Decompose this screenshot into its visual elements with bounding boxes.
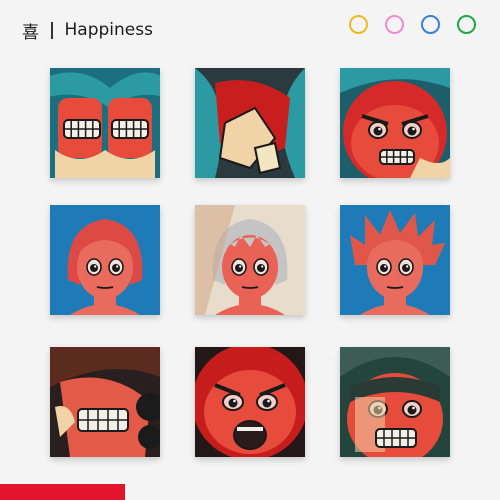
tile-portrait-short-hair[interactable] (50, 205, 160, 315)
tile-portrait-short-hair-art (50, 205, 160, 315)
tile-fist-raise[interactable] (195, 68, 305, 178)
tile-angry-closeup-art (340, 68, 450, 178)
tile-teeth-closeup[interactable] (50, 347, 160, 457)
tile-teeth-closeup-art (50, 347, 160, 457)
tile-shout[interactable] (195, 347, 305, 457)
tile-grin-helmet-art (340, 347, 450, 457)
accent-bar (0, 484, 125, 500)
tile-portrait-white-hair-art (195, 205, 305, 315)
tile-portrait-spiky-hair-art (340, 205, 450, 315)
tile-fist-raise-art (195, 68, 305, 178)
illustration-grid (0, 0, 500, 500)
tile-shout-art (195, 347, 305, 457)
tile-fists[interactable] (50, 68, 160, 178)
tile-fists-art (50, 68, 160, 178)
tile-grin-helmet[interactable] (340, 347, 450, 457)
tile-portrait-white-hair[interactable] (195, 205, 305, 315)
tile-angry-closeup[interactable] (340, 68, 450, 178)
tile-portrait-spiky-hair[interactable] (340, 205, 450, 315)
